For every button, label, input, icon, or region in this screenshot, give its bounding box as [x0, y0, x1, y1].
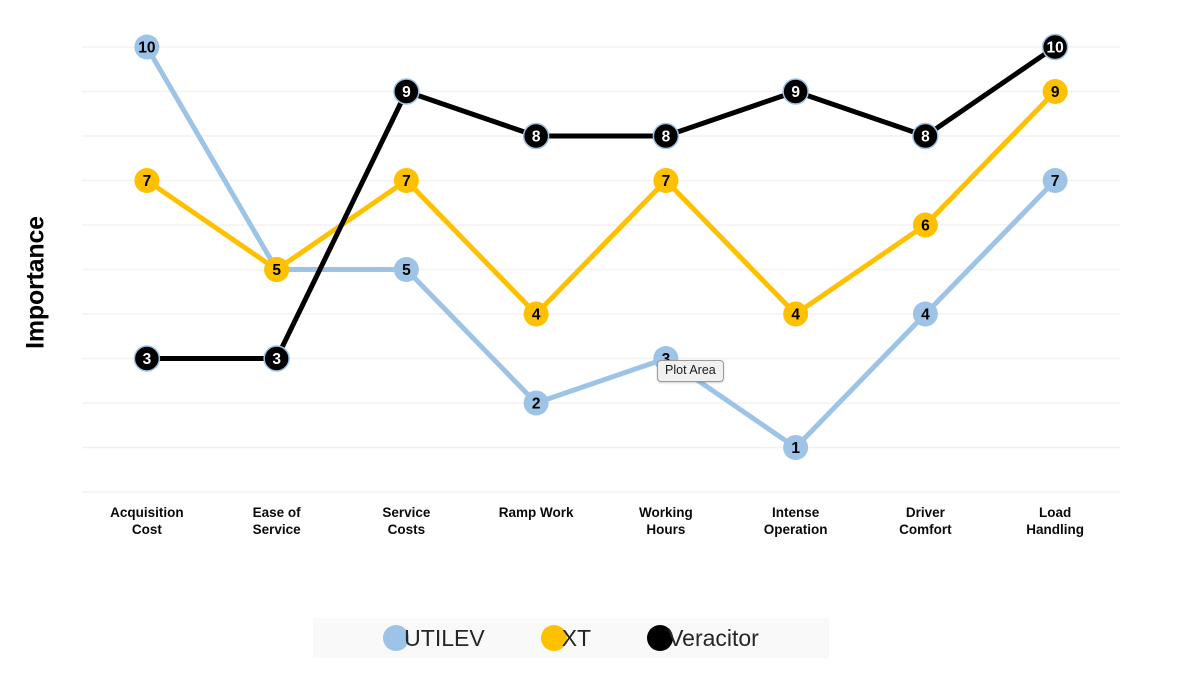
x-axis-category-labels: Acquisition Cost Ease of Service Service C… [82, 496, 1120, 556]
x-axis-label: Ease of Service [252, 505, 301, 537]
x-axis-label: Driver Comfort [899, 505, 952, 537]
data-label: 3 [143, 351, 152, 368]
data-label: 7 [143, 173, 152, 190]
x-axis-label: Service Costs [382, 505, 431, 537]
x-axis-label: Ramp Work [498, 505, 574, 520]
data-label: 1 [791, 440, 800, 457]
legend-label: UTILEV [404, 624, 485, 651]
chart-legend[interactable]: UTILEV XT Veracitor [313, 618, 829, 658]
legend-item-utilev[interactable]: UTILEV [383, 625, 485, 652]
plot-area[interactable]: 10552314775747469339889810 [0, 0, 1200, 560]
legend-label: XT [561, 624, 592, 651]
x-axis-label: Acquisition Cost [110, 505, 184, 537]
data-label: 4 [791, 307, 800, 324]
chart-root: Importance 10552314775747469339889810 Ac… [0, 0, 1200, 675]
x-axis-label: Intense Operation [763, 505, 828, 537]
data-label: 3 [272, 351, 281, 368]
data-label: 6 [921, 218, 930, 235]
data-label: 5 [402, 262, 411, 279]
data-label: 9 [1051, 84, 1060, 101]
data-label: 10 [138, 40, 155, 57]
x-axis-label: Load Handling [1026, 505, 1084, 537]
data-label: 2 [532, 396, 541, 413]
plot-area-tooltip: Plot Area [657, 360, 724, 382]
legend-item-veracitor[interactable]: Veracitor [647, 625, 759, 652]
data-label: 9 [402, 84, 411, 101]
data-label: 7 [662, 173, 671, 190]
legend-label: Veracitor [668, 624, 759, 651]
data-label: 9 [791, 84, 800, 101]
data-label: 5 [272, 262, 281, 279]
series-xt[interactable]: 7 5 7 4 7 4 6 9 [134, 79, 1068, 327]
x-axis-label: Working Hours [639, 505, 693, 537]
legend-item-xt[interactable]: XT [540, 624, 592, 652]
data-label: 7 [402, 173, 411, 190]
data-label: 4 [532, 307, 541, 324]
data-label: 8 [662, 129, 671, 146]
data-label: 10 [1047, 40, 1064, 57]
data-label: 8 [532, 129, 541, 146]
data-label: 8 [921, 129, 930, 146]
data-label: 4 [921, 307, 930, 324]
data-label: 7 [1051, 173, 1060, 190]
